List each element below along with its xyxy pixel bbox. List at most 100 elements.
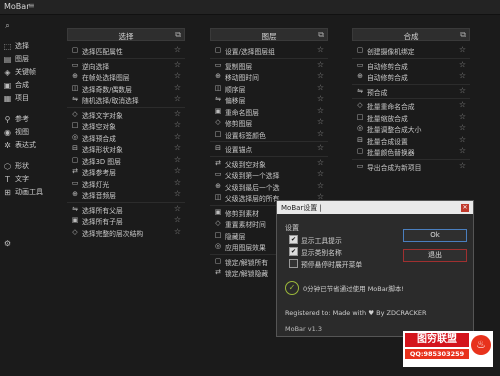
list-item[interactable]: □ 设置标签颜色 ☆ — [210, 129, 328, 140]
sidebar-item-project[interactable]: ▦ 项目 — [3, 92, 29, 104]
exit-button[interactable]: 退出 — [403, 249, 467, 262]
list-item[interactable]: ⇄ 父级到空对象 ☆ — [210, 158, 328, 169]
ok-button[interactable]: Ok — [403, 229, 467, 242]
sidebar-item-layers[interactable]: ▤ 图层 — [3, 53, 29, 65]
favorite-star-icon[interactable]: ☆ — [174, 71, 181, 80]
list-item[interactable]: ⊟ 批量合成设置 ☆ — [352, 135, 470, 146]
list-item[interactable]: ▢ 创建摄像机绑定 ☆ — [352, 45, 470, 56]
show-category-names-checkbox[interactable]: ✔ 显示类别名称 — [289, 247, 342, 257]
favorite-star-icon[interactable]: ☆ — [317, 117, 324, 126]
sidebar-item-animation-tools[interactable]: ⊞ 动画工具 — [3, 186, 43, 198]
sidebar-item-shape[interactable]: ⬡ 形状 — [3, 160, 29, 172]
list-item[interactable]: ▭ 导出合成为新项目 ☆ — [352, 161, 470, 172]
list-item[interactable]: ▢ 选择3D 图层 ☆ — [67, 155, 185, 166]
list-item[interactable]: ◎ 选择预合成 ☆ — [67, 132, 185, 143]
list-item[interactable]: ◇ 修剪图层 ☆ — [210, 117, 328, 128]
external-link-icon[interactable]: ⧉ — [175, 30, 181, 40]
list-item[interactable]: ▭ 复制图层 ☆ — [210, 60, 328, 71]
list-item[interactable]: ◇ 选择完整的层次结构 ☆ — [67, 227, 185, 238]
list-item[interactable]: ▭ 父级到第一个选择 ☆ — [210, 169, 328, 180]
list-item[interactable]: ▭ 选择灯光 ☆ — [67, 178, 185, 189]
list-item[interactable]: ⊕ 移动图时间 ☆ — [210, 71, 328, 82]
favorite-star-icon[interactable]: ☆ — [459, 161, 466, 170]
sidebar-item-expression[interactable]: ✲ 表达式 — [3, 139, 36, 151]
sidebar-item-reference[interactable]: ⚲ 参考 — [3, 113, 29, 125]
sidebar-item-composition[interactable]: ▣ 合成 — [3, 79, 29, 91]
favorite-star-icon[interactable]: ☆ — [174, 204, 181, 213]
list-item[interactable]: ⊟ 设置锚点 ☆ — [210, 143, 328, 154]
favorite-star-icon[interactable]: ☆ — [174, 45, 181, 54]
favorite-star-icon[interactable]: ☆ — [174, 83, 181, 92]
favorite-star-icon[interactable]: ☆ — [317, 83, 324, 92]
list-item[interactable]: □ 选择空对象 ☆ — [67, 120, 185, 131]
favorite-star-icon[interactable]: ☆ — [459, 112, 466, 121]
list-item[interactable]: ⊕ 选择音频层 ☆ — [67, 189, 185, 200]
favorite-star-icon[interactable]: ☆ — [317, 71, 324, 80]
favorite-star-icon[interactable]: ☆ — [174, 120, 181, 129]
close-icon[interactable]: ✕ — [461, 204, 469, 212]
favorite-star-icon[interactable]: ☆ — [174, 227, 181, 236]
list-item-label: 选择奇数/偶数层 — [82, 85, 132, 94]
favorite-star-icon[interactable]: ☆ — [174, 178, 181, 187]
sidebar-item-select[interactable]: ⬚ 选择 — [3, 40, 29, 52]
list-item[interactable]: ⇋ 随机选择/取消选择 ☆ — [67, 94, 185, 105]
list-item[interactable]: ▢ 批量颜色替换器 ☆ — [352, 146, 470, 157]
sidebar-item-view[interactable]: ◉ 视图 — [3, 126, 29, 138]
list-item[interactable]: □ 批量缩放合成 ☆ — [352, 112, 470, 123]
favorite-star-icon[interactable]: ☆ — [459, 100, 466, 109]
favorite-star-icon[interactable]: ☆ — [317, 106, 324, 115]
external-link-icon[interactable]: ⧉ — [460, 30, 466, 40]
favorite-star-icon[interactable]: ☆ — [317, 143, 324, 152]
show-tooltips-checkbox[interactable]: ✔ 显示工具提示 — [289, 235, 342, 245]
favorite-star-icon[interactable]: ☆ — [317, 45, 324, 54]
list-item[interactable]: ▢ 设置/选择图层组 ☆ — [210, 45, 328, 56]
list-item[interactable]: ◫ 顺序层 ☆ — [210, 83, 328, 94]
favorite-star-icon[interactable]: ☆ — [459, 123, 466, 132]
list-item[interactable]: ⊕ 自动修剪合成 ☆ — [352, 71, 470, 82]
list-item[interactable]: ▭ 自动修剪合成 ☆ — [352, 60, 470, 71]
list-item[interactable]: ◎ 批量调整合成大小 ☆ — [352, 123, 470, 134]
favorite-star-icon[interactable]: ☆ — [317, 60, 324, 69]
list-item[interactable]: ◫ 选择奇数/偶数层 ☆ — [67, 83, 185, 94]
favorite-star-icon[interactable]: ☆ — [174, 166, 181, 175]
list-item[interactable]: ▣ 选择所有子层 ☆ — [67, 215, 185, 226]
favorite-star-icon[interactable]: ☆ — [459, 135, 466, 144]
list-item[interactable]: ◇ 选择文字对象 ☆ — [67, 109, 185, 120]
favorite-star-icon[interactable]: ☆ — [317, 169, 324, 178]
favorite-star-icon[interactable]: ☆ — [174, 215, 181, 224]
favorite-star-icon[interactable]: ☆ — [317, 94, 324, 103]
list-item[interactable]: ⇋ 选择所有父层 ☆ — [67, 204, 185, 215]
list-item[interactable]: ▭ 逆向选择 ☆ — [67, 60, 185, 71]
list-item[interactable]: ⊕ 在帧处选择图层 ☆ — [67, 71, 185, 82]
list-item[interactable]: ▣ 重命名图层 ☆ — [210, 106, 328, 117]
favorite-star-icon[interactable]: ☆ — [317, 158, 324, 167]
search-button[interactable]: ⌕ — [3, 19, 15, 31]
list-item[interactable]: ⇄ 选择参考层 ☆ — [67, 166, 185, 177]
favorite-star-icon[interactable]: ☆ — [317, 181, 324, 190]
favorite-star-icon[interactable]: ☆ — [317, 129, 324, 138]
favorite-star-icon[interactable]: ☆ — [459, 60, 466, 69]
list-item[interactable]: ◇ 批量重命名合成 ☆ — [352, 100, 470, 111]
hamburger-icon[interactable]: ≡ — [28, 1, 35, 10]
list-item[interactable]: ⇋ 预合成 ☆ — [352, 86, 470, 97]
favorite-star-icon[interactable]: ☆ — [174, 109, 181, 118]
list-item[interactable]: ⊕ 父级到最后一个选 ☆ — [210, 181, 328, 192]
favorite-star-icon[interactable]: ☆ — [459, 71, 466, 80]
favorite-star-icon[interactable]: ☆ — [174, 155, 181, 164]
sidebar-item-keyframe[interactable]: ◈ 关键帧 — [3, 66, 36, 78]
favorite-star-icon[interactable]: ☆ — [459, 146, 466, 155]
list-item[interactable]: ▢ 选择匹配属性 ☆ — [67, 45, 185, 56]
expand-on-hover-checkbox[interactable]: 预停悬停时展开菜单 — [289, 259, 362, 269]
favorite-star-icon[interactable]: ☆ — [174, 94, 181, 103]
favorite-star-icon[interactable]: ☆ — [174, 189, 181, 198]
list-item[interactable]: ⇋ 偏移层 ☆ — [210, 94, 328, 105]
external-link-icon[interactable]: ⧉ — [318, 30, 324, 40]
sidebar-item-text[interactable]: T 文字 — [3, 173, 29, 185]
favorite-star-icon[interactable]: ☆ — [174, 143, 181, 152]
favorite-star-icon[interactable]: ☆ — [174, 132, 181, 141]
favorite-star-icon[interactable]: ☆ — [174, 60, 181, 69]
list-item[interactable]: ⊟ 选择形状对象 ☆ — [67, 143, 185, 154]
favorite-star-icon[interactable]: ☆ — [459, 86, 466, 95]
settings-button[interactable]: ⚙ — [3, 237, 15, 249]
favorite-star-icon[interactable]: ☆ — [459, 45, 466, 54]
